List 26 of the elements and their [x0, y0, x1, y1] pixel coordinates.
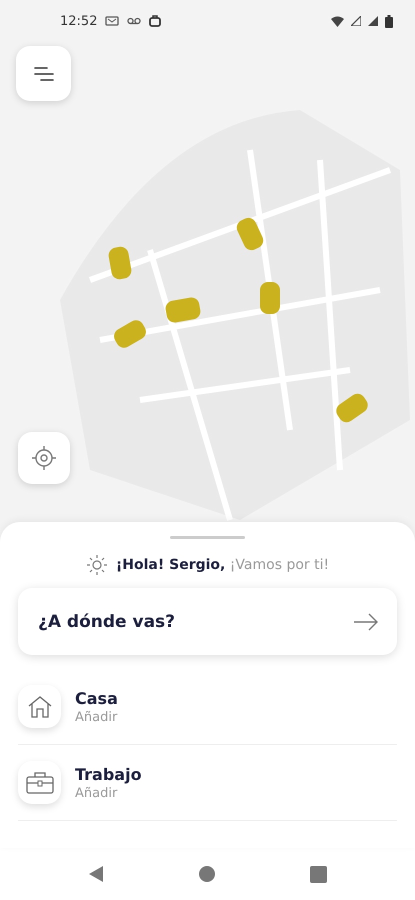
menu-icon — [32, 66, 54, 82]
sheet-handle[interactable] — [170, 536, 245, 539]
locate-button[interactable] — [18, 432, 70, 484]
menu-button[interactable] — [16, 46, 71, 101]
place-title[interactable]: Trabajo — [75, 764, 142, 784]
sun-icon — [86, 554, 108, 576]
place-subtitle: Añadir — [75, 786, 118, 800]
notification-icon — [105, 16, 120, 26]
battery-icon — [385, 14, 393, 28]
greeting-text: ¡Hola! Sergio, ¡Vamos por ti! — [116, 557, 330, 573]
app-icon — [149, 15, 162, 27]
home-icon[interactable] — [198, 866, 215, 882]
voicemail-icon — [127, 17, 142, 25]
status-time: 12:52 — [60, 14, 98, 28]
place-icon-tile[interactable] — [18, 685, 61, 728]
back-icon[interactable] — [88, 865, 104, 883]
recents-icon[interactable] — [310, 866, 328, 882]
wifi-icon — [331, 16, 344, 26]
place-title[interactable]: Casa — [75, 688, 118, 708]
house-icon — [26, 694, 52, 718]
crosshair-icon — [31, 445, 57, 471]
place-icon-tile[interactable] — [18, 761, 61, 804]
arrow-icon — [353, 612, 379, 630]
briefcase-icon — [24, 770, 54, 794]
place-subtitle: Añadir — [75, 710, 118, 724]
destination-field[interactable]: ¿A dónde vas? — [18, 588, 397, 655]
